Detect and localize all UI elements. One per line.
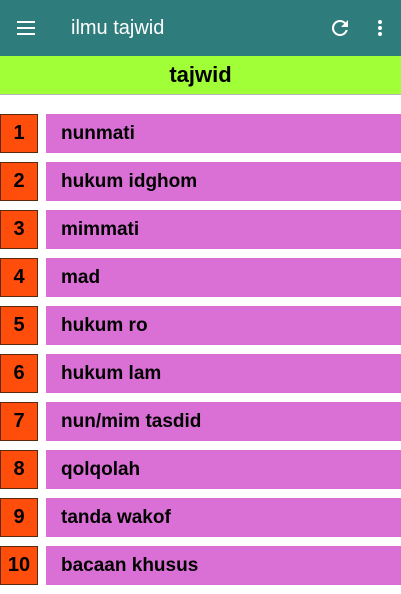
list-item[interactable]: 10 bacaan khusus [0, 546, 401, 585]
item-number: 8 [0, 450, 38, 489]
list-item[interactable]: 8 qolqolah [0, 450, 401, 489]
section-header: tajwid [0, 56, 401, 95]
item-label[interactable]: nunmati [46, 114, 401, 153]
item-label[interactable]: qolqolah [46, 450, 401, 489]
section-title: tajwid [169, 62, 232, 87]
item-number: 9 [0, 498, 38, 537]
item-number: 3 [0, 210, 38, 249]
topic-list: 1 nunmati 2 hukum idghom 3 mimmati 4 mad… [0, 114, 401, 594]
menu-icon[interactable] [14, 16, 38, 40]
more-vert-icon[interactable] [368, 16, 392, 40]
item-number: 7 [0, 402, 38, 441]
list-item[interactable]: 6 hukum lam [0, 354, 401, 393]
app-bar: ilmu tajwid [0, 0, 401, 56]
list-item[interactable]: 7 nun/mim tasdid [0, 402, 401, 441]
item-number: 5 [0, 306, 38, 345]
item-number: 10 [0, 546, 38, 585]
list-item[interactable]: 3 mimmati [0, 210, 401, 249]
list-item[interactable]: 9 tanda wakof [0, 498, 401, 537]
item-number: 6 [0, 354, 38, 393]
item-number: 2 [0, 162, 38, 201]
item-number: 4 [0, 258, 38, 297]
list-item[interactable]: 4 mad [0, 258, 401, 297]
item-label[interactable]: mad [46, 258, 401, 297]
list-item[interactable]: 2 hukum idghom [0, 162, 401, 201]
item-number: 1 [0, 114, 38, 153]
refresh-icon[interactable] [328, 16, 352, 40]
item-label[interactable]: bacaan khusus [46, 546, 401, 585]
app-title: ilmu tajwid [71, 17, 165, 39]
item-label[interactable]: nun/mim tasdid [46, 402, 401, 441]
item-label[interactable]: hukum idghom [46, 162, 401, 201]
item-label[interactable]: hukum lam [46, 354, 401, 393]
item-label[interactable]: tanda wakof [46, 498, 401, 537]
item-label[interactable]: mimmati [46, 210, 401, 249]
list-item[interactable]: 1 nunmati [0, 114, 401, 153]
item-label[interactable]: hukum ro [46, 306, 401, 345]
list-item[interactable]: 5 hukum ro [0, 306, 401, 345]
